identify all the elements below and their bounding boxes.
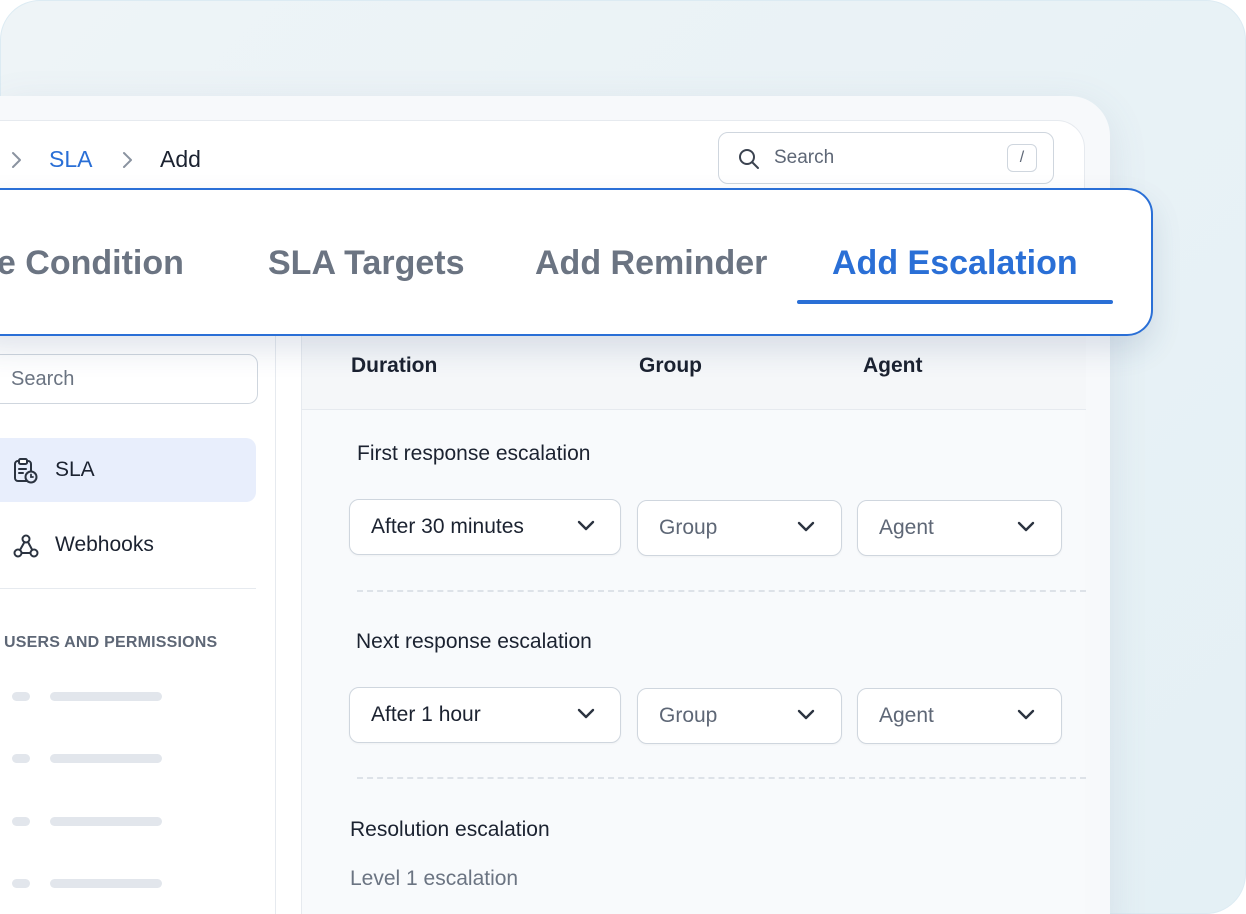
chevron-down-icon <box>796 520 816 539</box>
table-header: Duration Group Agent <box>302 336 1086 410</box>
sidebar-item-sla[interactable]: SLA <box>0 438 256 502</box>
webhook-icon <box>12 532 40 565</box>
select-placeholder: Agent <box>879 704 934 727</box>
level-1-escalation-label: Level 1 escalation <box>350 867 519 890</box>
breadcrumb-current: Add <box>160 146 201 172</box>
next-response-agent-select[interactable]: Agent <box>857 688 1062 744</box>
breadcrumb-sla-link[interactable]: SLA <box>49 146 92 173</box>
active-tab-indicator <box>797 300 1113 304</box>
select-placeholder: Agent <box>879 516 934 539</box>
skeleton-icon <box>12 879 30 888</box>
sidebar-divider <box>0 588 256 589</box>
first-response-agent-select[interactable]: Agent <box>857 500 1062 556</box>
row-divider <box>357 777 1086 779</box>
skeleton-label <box>50 879 162 888</box>
first-response-duration-select[interactable]: After 30 minutes <box>349 499 621 555</box>
chevron-down-icon <box>796 708 816 727</box>
first-response-group-select[interactable]: Group <box>637 500 842 556</box>
select-placeholder: Group <box>659 516 718 539</box>
sidebar-search-input[interactable]: Search <box>0 354 258 404</box>
skeleton-icon <box>12 754 30 763</box>
tab-sla-targets[interactable]: SLA Targets <box>268 244 464 283</box>
sidebar-section-title: USERS AND PERMISSIONS <box>4 634 218 651</box>
tab-add-reminder[interactable]: Add Reminder <box>535 244 767 283</box>
skeleton-icon <box>12 817 30 826</box>
sidebar-item-webhooks[interactable]: Webhooks <box>0 513 256 577</box>
tabs-bar: se Condition SLA Targets Add Reminder Ad… <box>0 188 1153 336</box>
next-response-duration-select[interactable]: After 1 hour <box>349 687 621 743</box>
first-response-escalation-title: First response escalation <box>357 442 591 465</box>
chevron-right-icon <box>10 150 24 170</box>
sidebar-item-label: SLA <box>55 458 95 481</box>
chevron-down-icon <box>1016 520 1036 539</box>
column-header-group: Group <box>639 354 702 377</box>
shortcut-key: / <box>1007 144 1037 172</box>
select-placeholder: Group <box>659 704 718 727</box>
sidebar-search-placeholder: Search <box>11 368 75 390</box>
select-value: After 30 minutes <box>371 515 524 538</box>
column-header-duration: Duration <box>351 354 438 377</box>
next-response-group-select[interactable]: Group <box>637 688 842 744</box>
skeleton-icon <box>12 692 30 701</box>
skeleton-label <box>50 692 162 701</box>
skeleton-label <box>50 754 162 763</box>
search-placeholder: Search <box>774 147 835 168</box>
escalation-table: Duration Group Agent First response esca… <box>301 336 1086 914</box>
search-input[interactable]: Search / <box>718 132 1054 184</box>
row-divider <box>357 590 1086 592</box>
sidebar: Search SLA Webhooks USERS AND PERMISSION <box>0 336 276 914</box>
resolution-escalation-title: Resolution escalation <box>350 818 550 841</box>
chevron-down-icon <box>1016 708 1036 727</box>
next-response-escalation-title: Next response escalation <box>356 630 592 653</box>
skeleton-label <box>50 817 162 826</box>
clipboard-clock-icon <box>12 457 40 490</box>
chevron-right-icon <box>121 150 135 170</box>
tab-add-escalation[interactable]: Add Escalation <box>832 244 1078 283</box>
search-icon <box>737 147 761 176</box>
chevron-down-icon <box>576 519 596 538</box>
tab-response-condition[interactable]: se Condition <box>0 244 184 283</box>
select-value: After 1 hour <box>371 703 481 726</box>
sidebar-item-label: Webhooks <box>55 533 154 556</box>
chevron-down-icon <box>576 707 596 726</box>
column-header-agent: Agent <box>863 354 923 377</box>
